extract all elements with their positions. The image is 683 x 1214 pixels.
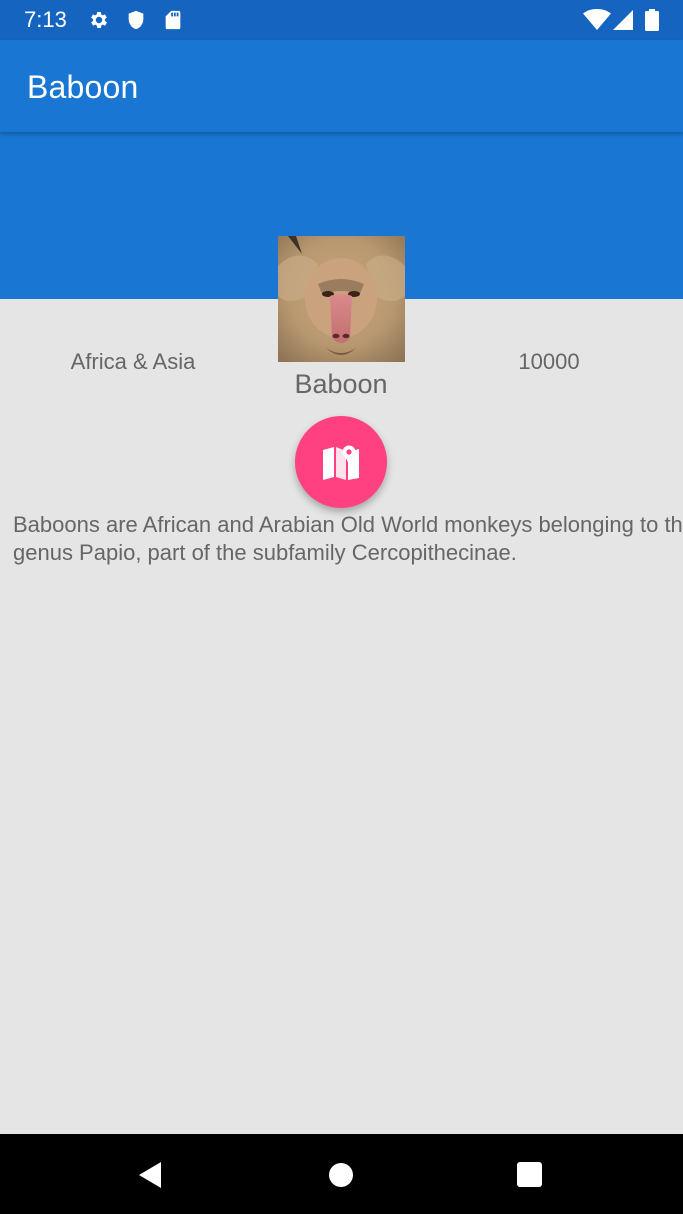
app-bar-title: Baboon (27, 69, 139, 105)
map-button[interactable] (295, 416, 387, 508)
map-icon (321, 444, 361, 480)
navigation-bar (0, 1134, 683, 1214)
baboon-photo (278, 236, 405, 362)
battery-icon (645, 9, 659, 31)
wifi-icon (583, 9, 611, 31)
animal-name: Baboon (294, 369, 388, 399)
animal-location: Africa & Asia (70, 349, 196, 374)
cellular-signal-icon (612, 9, 634, 31)
app-bar: Baboon (0, 40, 683, 132)
animal-description: Baboons are African and Arabian Old Worl… (13, 512, 683, 565)
status-time: 7:13 (24, 7, 67, 32)
home-circle-icon[interactable] (327, 1161, 355, 1189)
settings-gear-icon (88, 9, 110, 31)
animal-population: 10000 (518, 349, 580, 374)
recents-square-icon[interactable] (516, 1161, 543, 1188)
description-container: Baboons are African and Arabian Old Worl… (0, 505, 683, 575)
animal-detail-screen: 7:13 Baboon Africa & Asia 10000 Baboon B… (0, 0, 683, 1214)
back-triangle-icon[interactable] (137, 1161, 165, 1189)
status-bar: 7:13 (0, 0, 683, 40)
shield-icon (125, 9, 147, 31)
sd-card-icon (162, 9, 184, 31)
